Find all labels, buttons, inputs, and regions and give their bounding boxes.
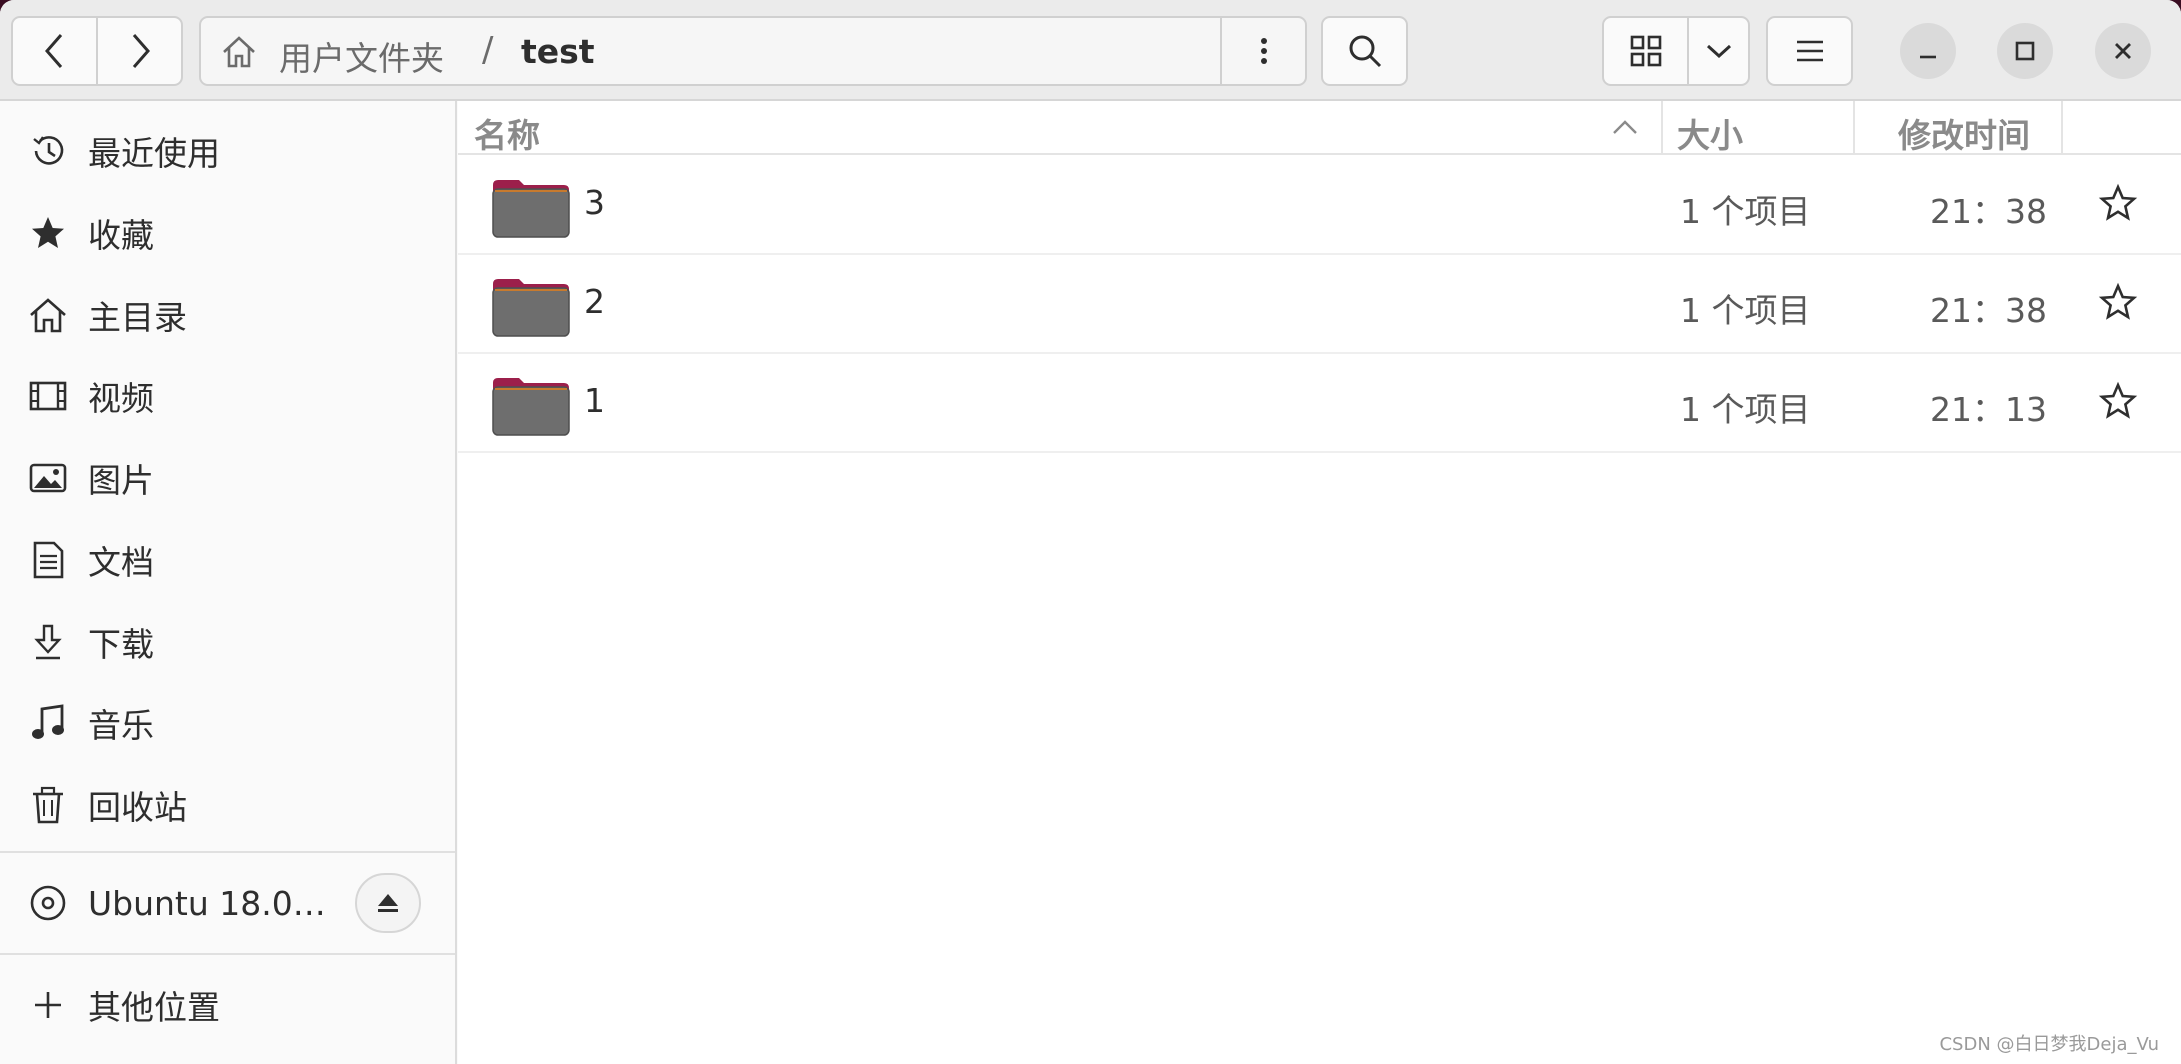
sidebar-item-videos[interactable]: 视频	[0, 358, 455, 434]
document-icon	[33, 541, 64, 579]
close-button[interactable]	[2095, 23, 2151, 79]
chevron-down-icon	[1706, 44, 1731, 59]
file-row[interactable]: 1 1 个项目 21：13	[458, 355, 2181, 453]
star-outline-icon[interactable]	[2098, 183, 2138, 223]
star-outline-icon[interactable]	[2098, 381, 2138, 421]
sidebar-item-home[interactable]: 主目录	[0, 277, 455, 353]
maximize-button[interactable]	[1997, 23, 2053, 79]
grid-icon	[1630, 35, 1661, 67]
chevron-left-icon	[44, 34, 62, 68]
column-header-row: 名称 大小 修改时间	[458, 101, 2181, 155]
file-row[interactable]: 3 1 个项目 21：38	[458, 157, 2181, 255]
file-manager-window: 用户文件夹 / test 最近使用 收藏 主目录 视频 图片 文档 下载 音乐 …	[0, 0, 2181, 1064]
column-divider	[2061, 101, 2063, 153]
grid-view-button[interactable]	[1602, 16, 1689, 86]
file-modified: 21：13	[1930, 390, 2047, 429]
plus-icon	[35, 992, 61, 1018]
path-menu-button[interactable]	[1220, 18, 1305, 84]
picture-icon	[29, 463, 67, 493]
sidebar-item-other-locations[interactable]: 其他位置	[0, 967, 455, 1043]
main-menu-button[interactable]	[1766, 16, 1853, 86]
sidebar-item-music[interactable]: 音乐	[0, 685, 455, 761]
sidebar-item-label: 图片	[88, 461, 154, 500]
path-separator: /	[482, 30, 494, 70]
minimize-button[interactable]	[1900, 23, 1956, 79]
view-options-dropdown[interactable]	[1687, 16, 1750, 86]
sidebar-item-label: 其他位置	[88, 988, 220, 1027]
more-vertical-icon	[1260, 38, 1267, 64]
folder-icon	[492, 180, 570, 238]
folder-icon	[492, 279, 570, 337]
file-size: 1 个项目	[1680, 390, 1811, 429]
sidebar-item-label: 最近使用	[88, 134, 220, 173]
disc-icon	[30, 885, 66, 921]
column-divider	[1661, 101, 1663, 153]
sidebar-item-label: 文档	[88, 543, 154, 582]
sidebar-item-device[interactable]: Ubuntu 18.0…	[0, 865, 455, 941]
close-icon	[2115, 43, 2131, 59]
column-header-size[interactable]: 大小	[1677, 109, 1743, 157]
file-name: 2	[584, 282, 605, 321]
sidebar-item-label: 视频	[88, 379, 154, 418]
file-list-view: 名称 大小 修改时间 3 1 个项目 21：38 2 1 个项目 21：38 1…	[458, 101, 2181, 1064]
sidebar-item-label: 下载	[88, 625, 154, 664]
file-modified: 21：38	[1930, 192, 2047, 231]
column-header-modified[interactable]: 修改时间	[1898, 109, 2030, 157]
sidebar-divider	[0, 953, 455, 955]
sidebar-item-pictures[interactable]: 图片	[0, 440, 455, 516]
column-divider	[1853, 101, 1855, 153]
file-row[interactable]: 2 1 个项目 21：38	[458, 256, 2181, 354]
search-button[interactable]	[1321, 16, 1408, 86]
folder-icon	[492, 378, 570, 436]
download-icon	[34, 624, 62, 660]
back-button[interactable]	[11, 16, 98, 86]
sidebar-item-label: 主目录	[88, 298, 187, 337]
file-modified: 21：38	[1930, 291, 2047, 330]
sidebar-item-documents[interactable]: 文档	[0, 522, 455, 598]
sidebar-item-recent[interactable]: 最近使用	[0, 113, 455, 189]
star-icon	[32, 217, 64, 248]
sidebar-item-label: 音乐	[88, 706, 154, 745]
chevron-right-icon	[132, 34, 150, 68]
sidebar: 最近使用 收藏 主目录 视频 图片 文档 下载 音乐 回收站 Ubuntu 18…	[0, 101, 457, 1064]
file-name: 1	[584, 381, 605, 420]
eject-icon	[378, 894, 398, 912]
header-bar: 用户文件夹 / test	[0, 0, 2181, 101]
sidebar-item-label: Ubuntu 18.0…	[88, 883, 326, 923]
sidebar-item-downloads[interactable]: 下载	[0, 604, 455, 680]
path-segment-parent[interactable]: 用户文件夹	[279, 32, 444, 80]
sidebar-item-label: 收藏	[88, 216, 154, 255]
file-size: 1 个项目	[1680, 192, 1811, 231]
navigation-buttons	[11, 16, 183, 86]
search-icon	[1349, 35, 1381, 68]
hamburger-icon	[1796, 40, 1823, 62]
sidebar-item-starred[interactable]: 收藏	[0, 195, 455, 271]
recent-icon	[33, 136, 64, 165]
path-bar: 用户文件夹 / test	[199, 16, 1307, 86]
eject-button[interactable]	[355, 873, 421, 933]
sort-ascending-icon	[1613, 120, 1637, 134]
maximize-icon	[2015, 41, 2035, 61]
file-size: 1 个项目	[1680, 291, 1811, 330]
music-icon	[32, 704, 64, 739]
watermark: CSDN @白日梦我Deja_Vu	[1939, 1034, 2159, 1055]
path-segment-current[interactable]: test	[521, 32, 595, 71]
column-header-name[interactable]: 名称	[474, 109, 540, 157]
minimize-icon	[1920, 55, 1936, 59]
sidebar-item-trash[interactable]: 回收站	[0, 767, 455, 843]
sidebar-item-label: 回收站	[88, 788, 187, 827]
trash-icon	[33, 786, 63, 824]
video-icon	[29, 381, 67, 411]
forward-button[interactable]	[96, 16, 183, 86]
home-icon[interactable]	[221, 34, 257, 70]
file-name: 3	[584, 183, 605, 222]
sidebar-divider	[0, 851, 455, 853]
star-outline-icon[interactable]	[2098, 282, 2138, 322]
home-icon	[30, 298, 66, 333]
